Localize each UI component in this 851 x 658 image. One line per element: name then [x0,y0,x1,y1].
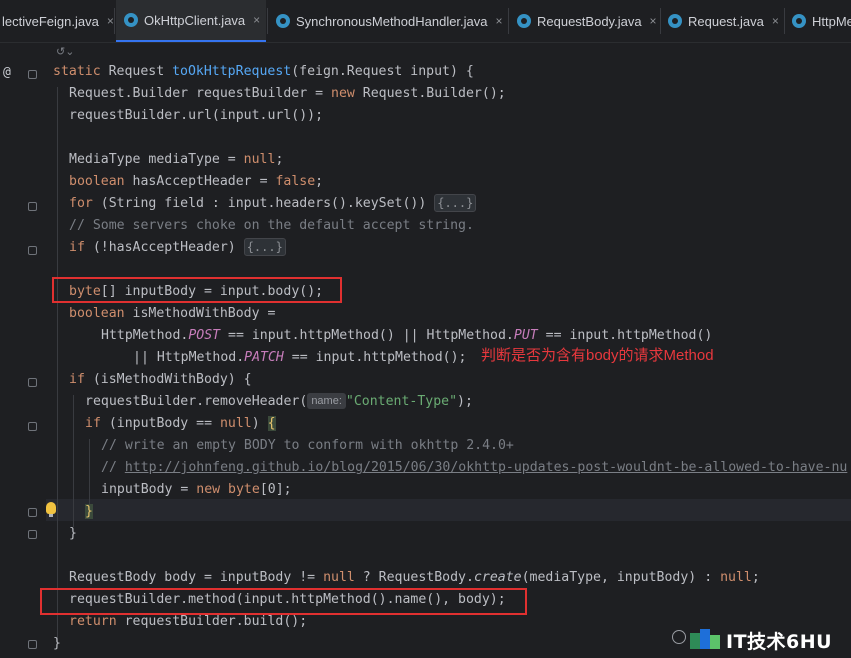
tab-divider [114,8,115,34]
code-line-7: // Some servers choke on the default acc… [69,218,474,233]
tab-label: Request.java [688,13,764,29]
fold-toggle-icon[interactable] [28,202,37,211]
lightbulb-icon[interactable] [46,502,56,517]
close-icon[interactable]: × [253,13,260,27]
fold-toggle-icon[interactable] [28,246,37,255]
java-class-icon [124,13,138,27]
comment-link[interactable]: http://johnfeng.github.io/blog/2015/06/3… [125,460,848,475]
code-line-20: } [69,526,77,541]
inlay-hints-toggle-icon[interactable]: ↺⌄ [56,45,74,58]
tab-label: SynchronousMethodHandler.java [296,13,488,29]
indent-guide [73,395,74,527]
tab-requestbody[interactable]: RequestBody.java × [509,0,659,42]
code-editor[interactable]: @ ↺⌄ static Request toOkHttpRequest(feig… [0,43,851,658]
watermark-text: IT技术6HU [726,630,833,653]
tab-label: HttpMe [812,13,851,29]
java-class-icon [792,14,806,28]
code-line-6: for (String field : input.headers().keyS… [69,193,477,215]
indent-guide [89,439,90,505]
code-line-1: static Request toOkHttpRequest(feign.Req… [53,64,474,79]
code-line-13: if (isMethodWithBody) { [69,372,252,387]
code-line-17: // http://johnfeng.github.io/blog/2015/0… [101,460,848,475]
code-line-21: RequestBody body = inputBody != null ? R… [69,570,760,585]
tab-request[interactable]: Request.java × [660,0,784,42]
watermark: IT技术6HU [690,624,832,656]
code-line-24: } [53,636,61,651]
code-line-5: boolean hasAcceptHeader = false; [69,174,324,189]
code-line-16: // write an empty BODY to conform with o… [101,438,514,453]
tab-lectivefeign[interactable]: lectiveFeign.java × [0,0,114,42]
code-line-18: inputBody = new byte[0]; [101,482,292,497]
code-line-2: Request.Builder requestBuilder = new Req… [69,86,506,101]
tab-label: RequestBody.java [537,13,642,29]
current-line-highlight [46,499,851,521]
code-line-10: boolean isMethodWithBody = [69,306,276,321]
watermark-circle-icon [672,630,686,644]
fold-toggle-icon[interactable] [28,378,37,387]
parameter-hint: name: [307,393,346,409]
code-line-4: MediaType mediaType = null; [69,152,284,167]
java-class-icon [276,14,290,28]
override-marker-icon[interactable]: @ [3,65,11,80]
java-class-icon [668,14,682,28]
code-line-12: || HttpMethod.PATCH == input.httpMethod(… [133,350,467,365]
annotation-text: 判断是否为含有body的请求Method [481,347,714,364]
editor-gutter: @ [0,43,46,658]
fold-toggle-icon[interactable] [28,422,37,431]
highlight-box-request-method [40,588,527,615]
highlight-box-input-body [52,277,342,303]
tab-label: OkHttpClient.java [144,12,246,28]
code-line-3: requestBuilder.url(input.url()); [69,108,324,123]
tab-okhttpclient[interactable]: OkHttpClient.java × [116,0,266,42]
tab-label: lectiveFeign.java [2,13,99,29]
watermark-logo-icon [690,629,720,651]
tab-httpmethod[interactable]: HttpMe [784,0,851,42]
java-class-icon [517,14,531,28]
fold-toggle-icon[interactable] [28,640,37,649]
indent-guide [57,87,58,643]
tab-synchronousmethodhandler[interactable]: SynchronousMethodHandler.java × [268,0,507,42]
folded-block[interactable]: {...} [243,238,286,256]
code-line-8: if (!hasAcceptHeader) {...} [69,237,286,259]
fold-toggle-icon[interactable] [28,508,37,517]
fold-toggle-icon[interactable] [28,70,37,79]
code-line-15: if (inputBody == null) { [85,416,276,431]
close-icon[interactable]: × [650,14,657,28]
close-icon[interactable]: × [107,14,114,28]
code-line-14: requestBuilder.removeHeader(name: "Conten… [85,393,473,409]
code-line-19: } [85,504,93,519]
close-icon[interactable]: × [496,14,503,28]
fold-toggle-icon[interactable] [28,530,37,539]
close-icon[interactable]: × [772,14,779,28]
editor-tab-bar: lectiveFeign.java × OkHttpClient.java × … [0,0,851,43]
folded-block[interactable]: {...} [434,194,477,212]
